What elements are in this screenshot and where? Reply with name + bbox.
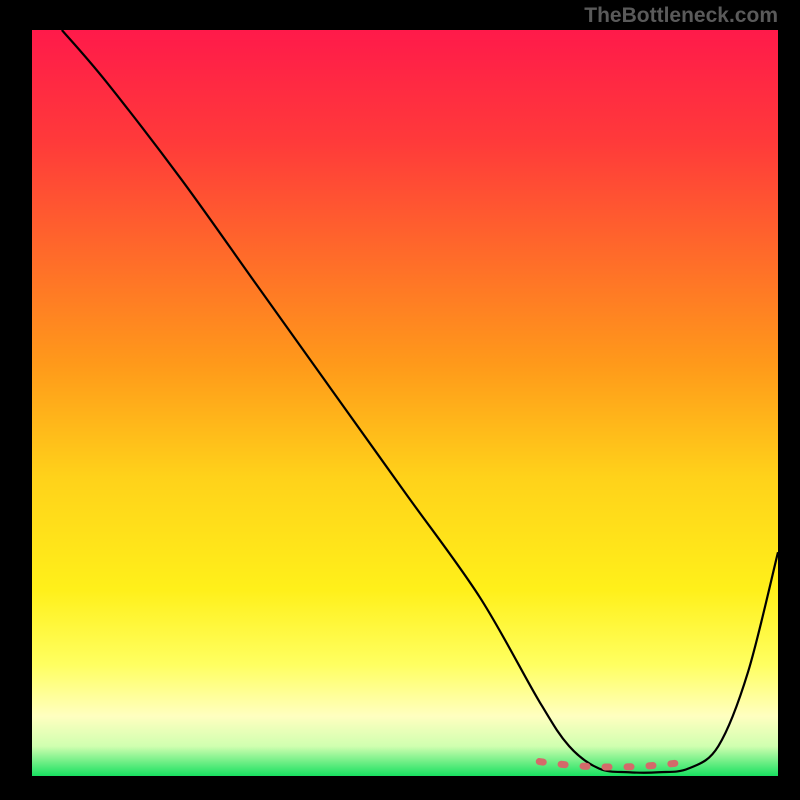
- optimal-band-marker: [539, 762, 688, 768]
- curve-layer: [32, 30, 778, 776]
- plot-area: [32, 30, 778, 776]
- watermark-text: TheBottleneck.com: [584, 4, 778, 28]
- bottleneck-curve: [62, 30, 778, 773]
- chart-container: TheBottleneck.com: [0, 0, 800, 800]
